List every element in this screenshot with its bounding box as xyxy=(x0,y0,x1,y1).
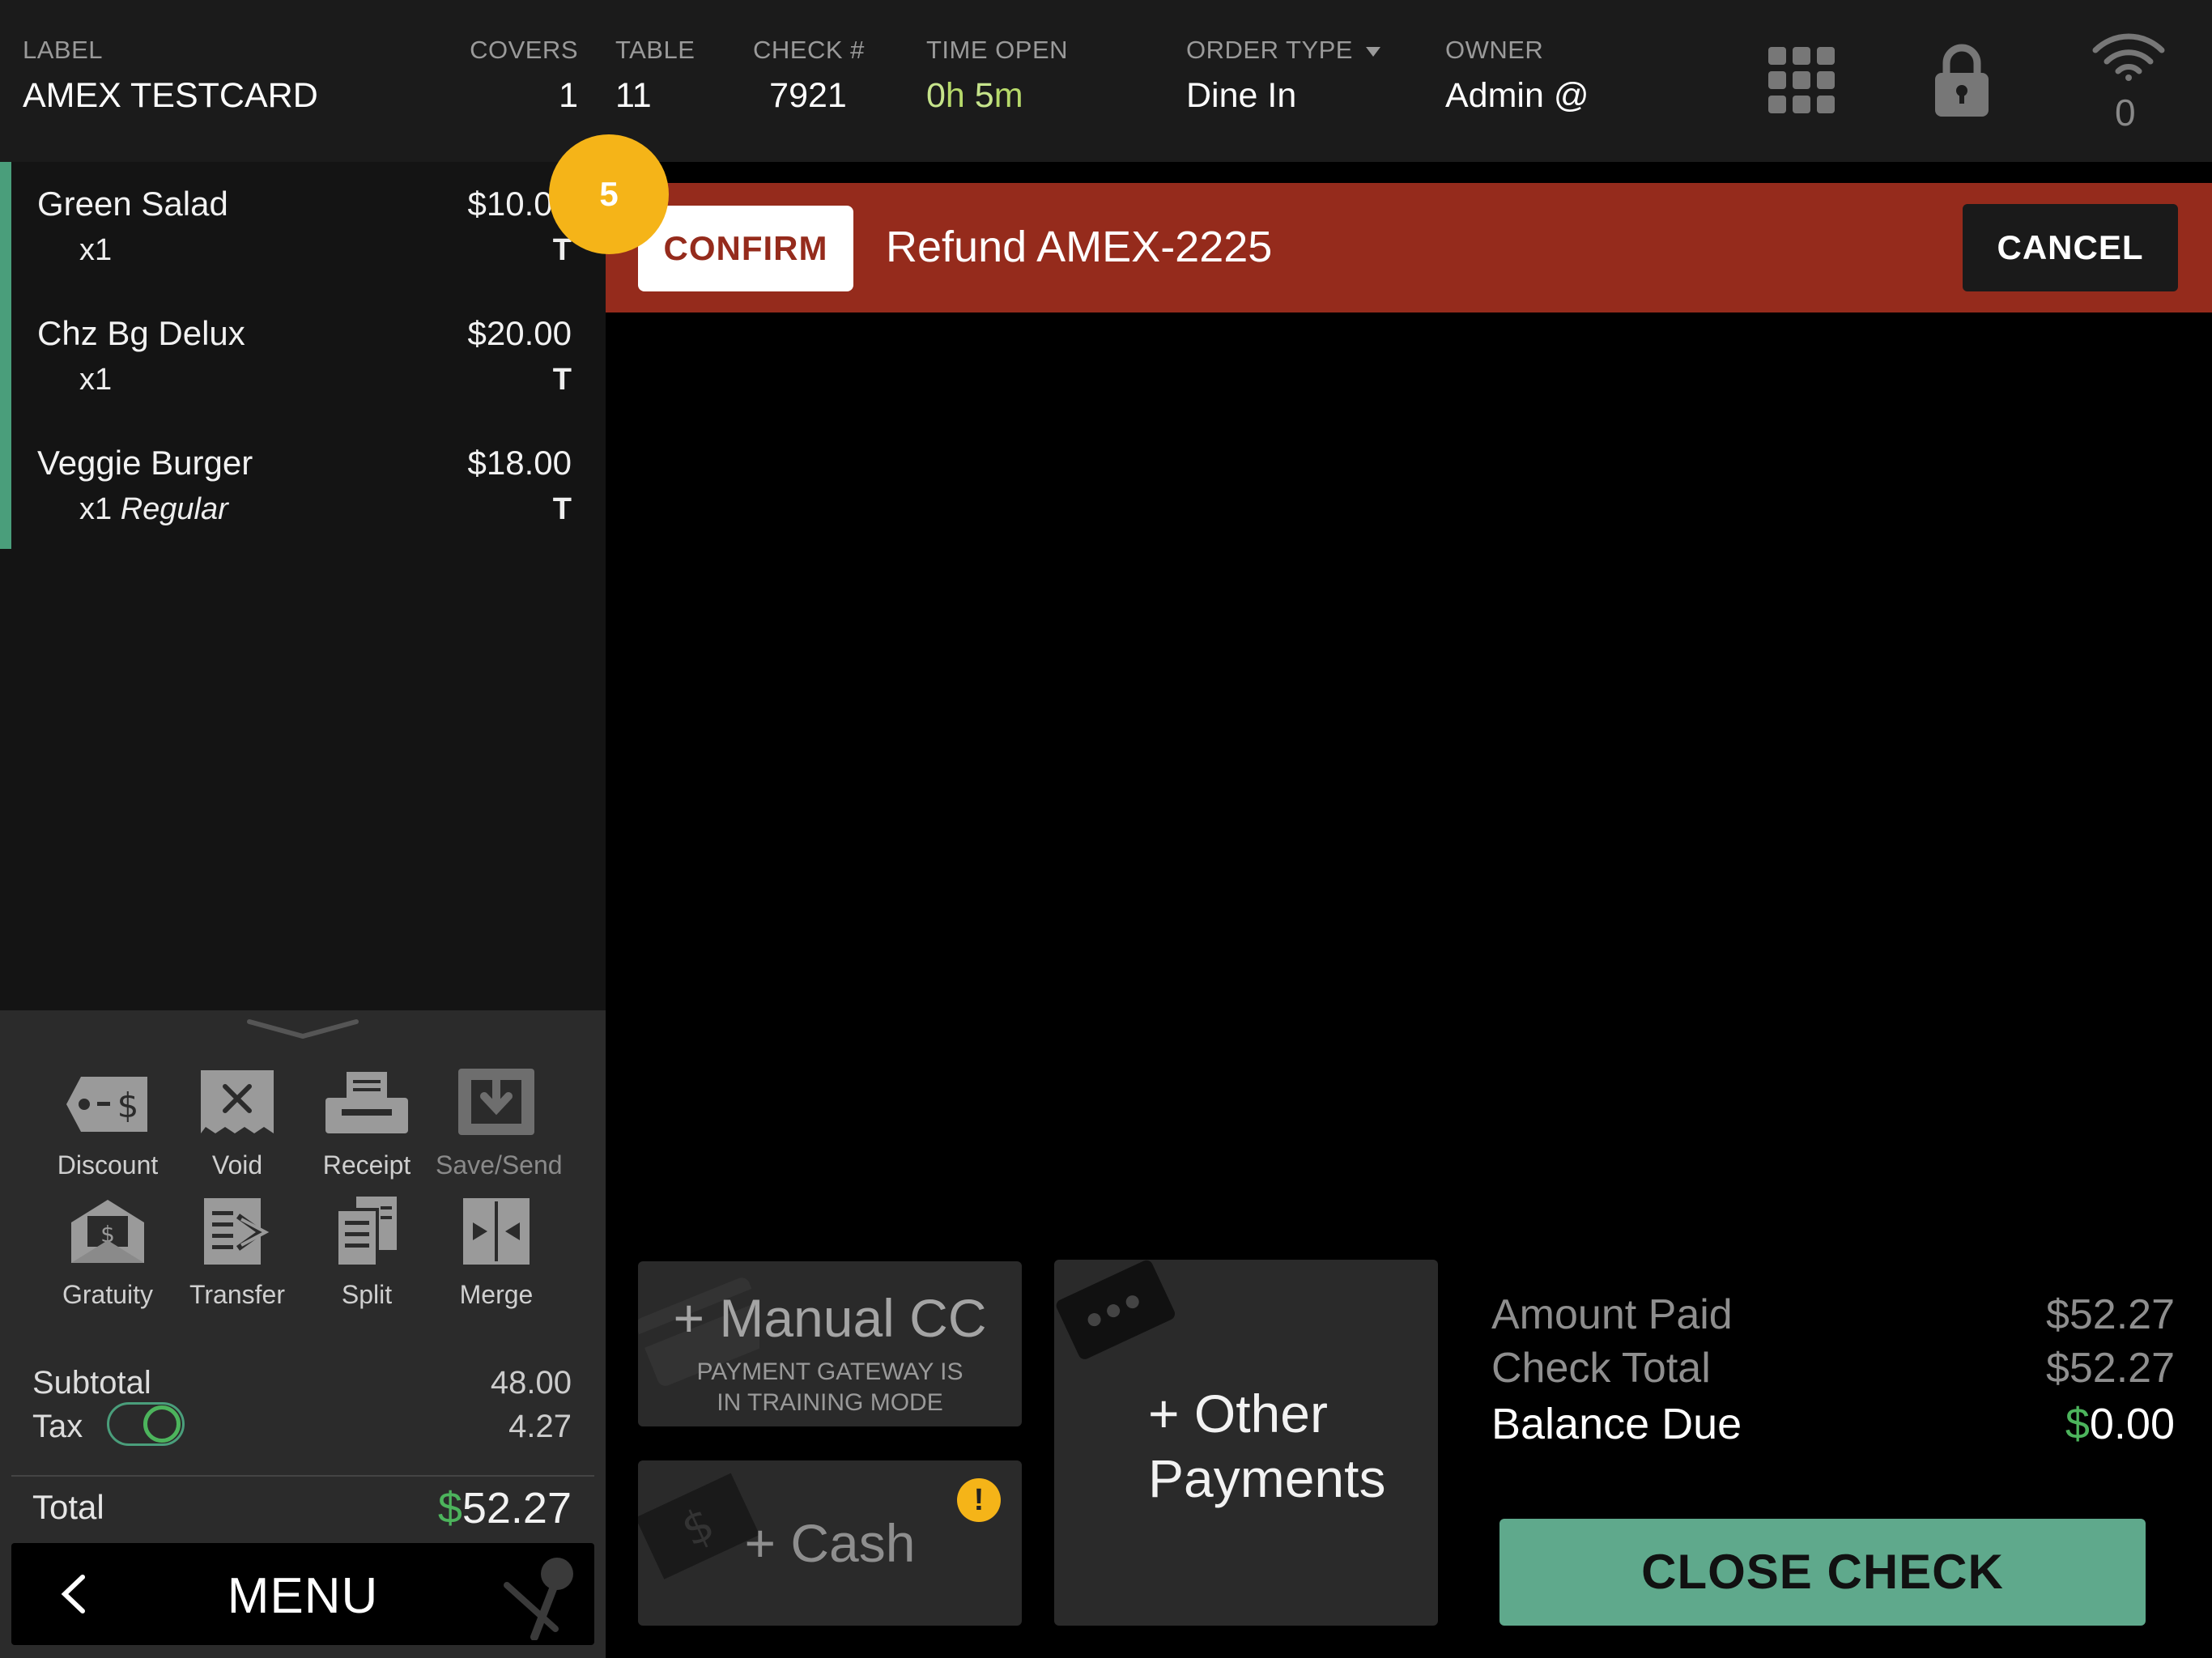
owner-title: OWNER xyxy=(1445,36,1544,64)
balance-due-value: $0.00 xyxy=(2065,1400,2175,1448)
check-number-title: CHECK # xyxy=(753,36,865,64)
amount-paid-row: Amount Paid $52.27 xyxy=(1491,1291,2175,1338)
balance-due-row: Balance Due $0.00 xyxy=(1491,1400,2175,1448)
item-name: Green Salad xyxy=(37,185,228,223)
warning-icon: ! xyxy=(957,1478,1001,1522)
split-button[interactable]: Split xyxy=(306,1195,428,1310)
manual-cc-button[interactable]: + Manual CC PAYMENT GATEWAY IS IN TRAININ… xyxy=(638,1261,1022,1426)
discount-tag-icon: $ xyxy=(66,1077,147,1132)
covers-field[interactable]: COVERS 1 xyxy=(453,36,578,116)
order-type-dropdown[interactable]: ORDER TYPE Dine In xyxy=(1186,36,1380,116)
total-value: $52.27 xyxy=(437,1484,572,1533)
label-field[interactable]: LABEL AMEX TESTCARD xyxy=(23,36,318,116)
item-qty: x1 xyxy=(79,233,113,267)
lock-icon[interactable] xyxy=(1933,42,1990,118)
time-open-field: TIME OPEN 0h 5m xyxy=(926,36,1068,116)
discount-button[interactable]: $ Discount xyxy=(47,1065,168,1180)
transfer-icon xyxy=(204,1198,270,1265)
chevron-down-icon[interactable] xyxy=(246,1017,359,1041)
step-badge: 5 xyxy=(549,134,669,254)
item-price: $20.00 xyxy=(467,314,572,352)
table-field[interactable]: TABLE 11 xyxy=(615,36,695,116)
gratuity-envelope-icon: $ xyxy=(71,1200,144,1263)
summary-divider xyxy=(11,1475,594,1477)
item-price: $18.00 xyxy=(467,444,572,482)
order-type-value: Dine In xyxy=(1186,76,1297,115)
merge-icon xyxy=(463,1198,530,1265)
apps-grid-icon[interactable] xyxy=(1768,47,1835,113)
save-send-button[interactable]: Save/Send xyxy=(436,1065,563,1180)
order-item[interactable]: Chz Bg Delux $20.00 x1 T xyxy=(37,291,572,413)
item-tax-flag: T xyxy=(552,363,572,397)
time-open-title: TIME OPEN xyxy=(926,36,1069,64)
cash-button[interactable]: $ + Cash ! xyxy=(638,1460,1022,1626)
amount-paid-value: $52.27 xyxy=(2045,1291,2175,1338)
covers-value: 1 xyxy=(559,76,578,115)
transfer-button[interactable]: Transfer xyxy=(177,1195,298,1310)
item-qty: x1 xyxy=(79,363,113,397)
order-item[interactable]: Veggie Burger $18.00 x1 Regular T xyxy=(37,421,572,542)
other-payments-button[interactable]: + Other Payments xyxy=(1054,1260,1438,1626)
refund-message: Refund AMEX-2225 xyxy=(886,223,1273,271)
time-open-value: 0h 5m xyxy=(926,76,1023,115)
check-number-value: 7921 xyxy=(769,76,847,115)
subtotal-value: 48.00 xyxy=(490,1365,572,1401)
refund-confirm-bar: CONFIRM Refund AMEX-2225 CANCEL xyxy=(606,183,2212,312)
merge-button[interactable]: Merge xyxy=(436,1195,557,1310)
order-items-panel xyxy=(0,162,606,1010)
label-title: LABEL xyxy=(23,36,104,64)
check-header: LABEL AMEX TESTCARD COVERS 1 TABLE 11 CH… xyxy=(0,0,2212,162)
item-tax-flag: T xyxy=(552,492,572,526)
order-item[interactable]: Green Salad $10.00 x1 T xyxy=(37,162,572,283)
order-type-title: ORDER TYPE xyxy=(1186,36,1380,65)
wifi-count: 0 xyxy=(2115,91,2136,134)
gift-card-icon xyxy=(1056,1260,1176,1359)
table-value: 11 xyxy=(615,76,652,115)
label-value: AMEX TESTCARD xyxy=(23,76,318,115)
seat-indicator-bar xyxy=(0,162,11,549)
confirm-button[interactable]: CONFIRM xyxy=(638,206,853,291)
save-send-icon xyxy=(458,1069,534,1135)
svg-text:$: $ xyxy=(117,1086,139,1125)
close-check-button[interactable]: CLOSE CHECK xyxy=(1499,1519,2146,1626)
void-receipt-icon xyxy=(201,1070,274,1133)
owner-value: Admin @ xyxy=(1445,76,1589,115)
item-name: Veggie Burger xyxy=(37,444,253,482)
check-number-field: CHECK # 7921 xyxy=(753,36,865,116)
printer-icon xyxy=(325,1072,408,1133)
gratuity-button[interactable]: $ Gratuity xyxy=(47,1195,168,1310)
check-total-value: $52.27 xyxy=(2045,1345,2175,1392)
split-icon xyxy=(335,1197,397,1268)
check-total-row: Check Total $52.27 xyxy=(1491,1345,2175,1392)
tax-toggle[interactable] xyxy=(107,1402,185,1446)
subtotal-row: Subtotal 48.00 xyxy=(32,1365,572,1401)
table-title: TABLE xyxy=(615,36,696,64)
item-name: Chz Bg Delux xyxy=(37,314,245,352)
caret-down-icon xyxy=(1365,46,1380,57)
owner-field[interactable]: OWNER Admin @ xyxy=(1445,36,1589,116)
tax-value: 4.27 xyxy=(508,1409,572,1444)
menu-button[interactable]: MENU xyxy=(11,1543,594,1645)
covers-title: COVERS xyxy=(470,36,578,64)
total-row: Total $52.27 xyxy=(32,1484,572,1533)
wifi-icon xyxy=(2092,33,2165,81)
utensils-icon xyxy=(504,1558,573,1640)
item-qty: x1 Regular xyxy=(79,492,228,526)
cancel-button[interactable]: CANCEL xyxy=(1963,204,2178,291)
receipt-button[interactable]: Receipt xyxy=(306,1065,428,1180)
void-button[interactable]: Void xyxy=(177,1065,298,1180)
